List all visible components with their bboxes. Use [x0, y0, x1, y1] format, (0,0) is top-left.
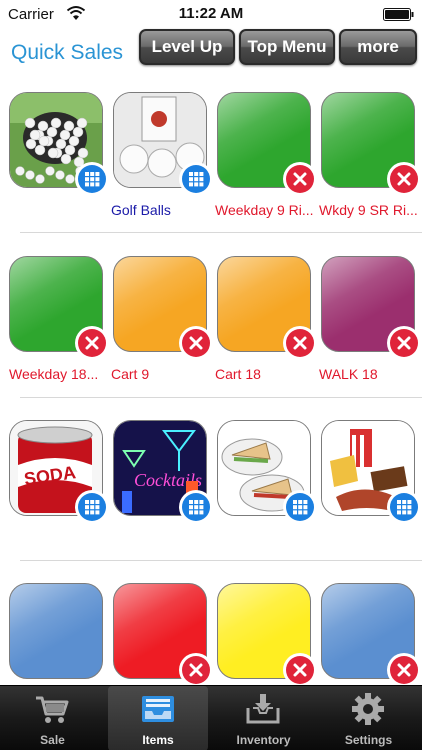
item-tile[interactable]: WALK 18	[319, 254, 421, 382]
item-tile[interactable]	[215, 581, 317, 689]
cart-icon	[36, 696, 69, 723]
item-tile[interactable]: Cart 9	[111, 254, 213, 382]
item-tile[interactable]	[319, 418, 421, 526]
status-time: 11:22 AM	[178, 5, 244, 22]
page-title: Quick Sales	[11, 41, 124, 64]
gear-icon	[352, 693, 384, 725]
remove-item-button[interactable]	[75, 326, 109, 360]
delete-icon	[189, 336, 203, 350]
remove-item-button[interactable]	[283, 162, 317, 196]
item-tile[interactable]: Wkdy 9 SR Ri...	[319, 90, 421, 218]
open-group-button[interactable]	[387, 490, 421, 524]
item-tile[interactable]	[319, 581, 421, 689]
remove-item-button[interactable]	[283, 653, 317, 687]
tab-settings[interactable]: Settings	[316, 686, 421, 750]
item-label: Cart 9	[111, 366, 150, 382]
open-group-button[interactable]	[75, 490, 109, 524]
delete-icon	[293, 172, 307, 186]
grid-icon	[189, 500, 204, 515]
inbox-tray-icon	[142, 696, 174, 722]
grid-icon	[85, 172, 100, 187]
item-label: Cart 18	[215, 366, 261, 382]
item-label: Wkdy 9 SR Ri...	[319, 202, 418, 218]
tab-label: Settings	[344, 733, 393, 747]
item-tile[interactable]: Cocktails	[111, 418, 213, 526]
row-divider	[20, 560, 422, 561]
item-tile[interactable]	[7, 90, 109, 198]
tab-inventory[interactable]: Inventory	[211, 686, 316, 750]
item-tile[interactable]: Weekday 18...	[7, 254, 109, 382]
item-tile[interactable]	[215, 418, 317, 526]
tab-sale[interactable]: Sale	[0, 686, 105, 750]
remove-item-button[interactable]	[179, 653, 213, 687]
status-bar: Carrier 11:22 AM	[0, 0, 422, 28]
item-label: Weekday 9 Ri...	[215, 202, 314, 218]
tab-label: Sale	[40, 733, 65, 747]
delete-icon	[397, 172, 411, 186]
tab-label: Inventory	[236, 733, 291, 747]
row-divider	[20, 397, 422, 398]
level-up-button[interactable]: Level Up	[139, 29, 235, 65]
item-tile[interactable]: Golf Balls	[111, 90, 213, 218]
grid-icon	[85, 500, 100, 515]
item-label: Golf Balls	[111, 202, 171, 218]
delete-icon	[293, 336, 307, 350]
grid-icon	[293, 500, 308, 515]
item-tile[interactable]: Weekday 9 Ri...	[215, 90, 317, 218]
item-tile[interactable]: SODA	[7, 418, 109, 526]
remove-item-button[interactable]	[387, 162, 421, 196]
item-tile[interactable]	[7, 581, 105, 689]
delete-icon	[397, 336, 411, 350]
grid-icon	[397, 500, 412, 515]
tab-items[interactable]: Items	[108, 686, 208, 750]
remove-item-button[interactable]	[387, 326, 421, 360]
item-tile[interactable]: Cart 18	[215, 254, 317, 382]
item-label: WALK 18	[319, 366, 378, 382]
remove-item-button[interactable]	[283, 326, 317, 360]
open-group-button[interactable]	[283, 490, 317, 524]
grid-icon	[189, 172, 204, 187]
header-bar: Quick Sales Level Up Top Menu more	[0, 28, 422, 72]
delete-icon	[85, 336, 99, 350]
open-group-button[interactable]	[179, 162, 213, 196]
top-menu-button[interactable]: Top Menu	[239, 29, 335, 65]
row-divider	[20, 232, 422, 233]
download-tray-icon	[246, 694, 280, 724]
battery-icon	[383, 8, 414, 21]
remove-item-button[interactable]	[179, 326, 213, 360]
item-tile[interactable]	[111, 581, 213, 689]
tab-label: Items	[142, 733, 174, 747]
delete-icon	[293, 663, 307, 677]
open-group-button[interactable]	[75, 162, 109, 196]
more-button[interactable]: more	[339, 29, 417, 65]
remove-item-button[interactable]	[387, 653, 421, 687]
item-color-swatch	[9, 583, 103, 679]
open-group-button[interactable]	[179, 490, 213, 524]
tab-bar: Sale Items Inventory Settings	[0, 685, 422, 750]
item-label: Weekday 18...	[9, 366, 99, 382]
delete-icon	[189, 663, 203, 677]
delete-icon	[397, 663, 411, 677]
